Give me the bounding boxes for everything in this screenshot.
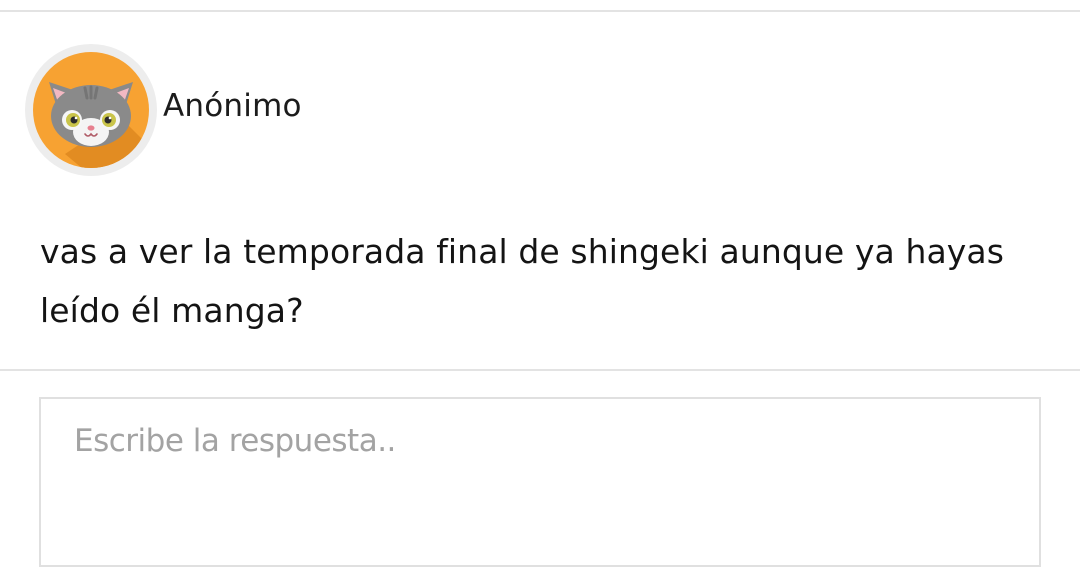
section-divider [0, 369, 1080, 371]
cat-avatar-icon [33, 52, 149, 168]
author-avatar[interactable] [25, 44, 157, 176]
question-card: Anónimo vas a ver la temporada final de … [0, 12, 1080, 369]
answer-input[interactable] [39, 397, 1041, 567]
question-text: vas a ver la temporada final de shingeki… [40, 232, 1005, 330]
author-name[interactable]: Anónimo [163, 88, 302, 124]
